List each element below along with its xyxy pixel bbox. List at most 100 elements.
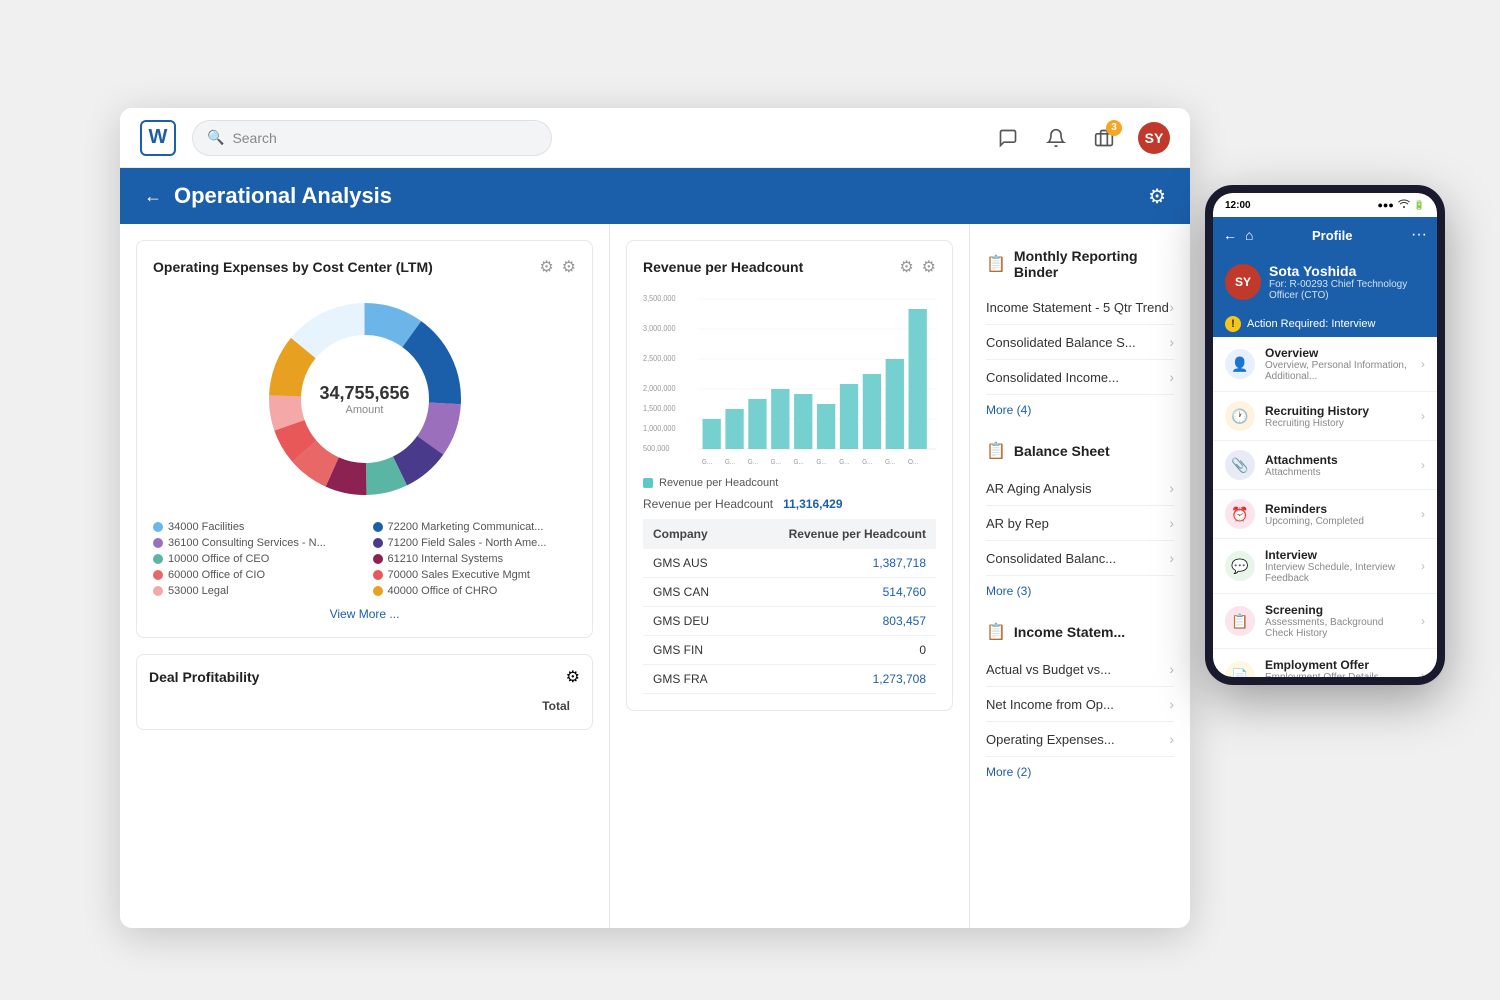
chevron-right-icon: ›	[1169, 299, 1174, 315]
more-link-income[interactable]: More (2)	[986, 757, 1174, 787]
workday-logo[interactable]: W	[140, 120, 176, 156]
profile-header: SY Sota Yoshida For: R-00293 Chief Techn…	[1213, 253, 1437, 311]
legend-dot	[373, 586, 383, 596]
menu-item-interview[interactable]: 💬 Interview Interview Schedule, Intervie…	[1213, 539, 1437, 594]
attachments-icon: 📎	[1225, 450, 1255, 480]
settings-card-icon[interactable]: ⚙	[562, 257, 576, 277]
binder-item[interactable]: Operating Expenses... ›	[986, 722, 1174, 757]
income-statement-title: Income Statem...	[1014, 624, 1125, 640]
phone-more-button[interactable]: ···	[1411, 226, 1427, 244]
view-more-link[interactable]: View More ...	[153, 607, 576, 621]
binder-item[interactable]: Net Income from Op... ›	[986, 687, 1174, 722]
menu-item-sub: Upcoming, Completed	[1265, 516, 1411, 527]
legend-item: 71200 Field Sales - North Ame...	[373, 537, 577, 549]
company-name: GMS DEU	[643, 607, 738, 636]
deal-prof-settings-icon[interactable]: ⚙	[566, 667, 580, 687]
binder-item[interactable]: Actual vs Budget vs... ›	[986, 652, 1174, 687]
binder-item[interactable]: AR Aging Analysis ›	[986, 471, 1174, 506]
monthly-binder-title: Monthly Reporting Binder	[1014, 248, 1174, 280]
menu-item-text: Screening Assessments, Background Check …	[1265, 603, 1411, 639]
menu-chevron-icon: ›	[1421, 357, 1425, 371]
legend-dot	[373, 538, 383, 548]
chevron-right-icon: ›	[1169, 369, 1174, 385]
wifi-icon	[1398, 199, 1410, 211]
svg-text:2,000,000: 2,000,000	[643, 384, 676, 393]
legend-item: 10000 Office of CEO	[153, 553, 357, 565]
more-link-balance[interactable]: More (3)	[986, 576, 1174, 606]
menu-chevron-icon: ›	[1421, 614, 1425, 628]
binder-item-label: Consolidated Income...	[986, 370, 1119, 385]
svg-text:1,000,000: 1,000,000	[643, 424, 676, 433]
menu-item-title: Employment Offer	[1265, 658, 1411, 672]
menu-chevron-icon: ›	[1421, 559, 1425, 573]
menu-item-reminders[interactable]: ⏰ Reminders Upcoming, Completed ›	[1213, 490, 1437, 539]
company-name: GMS AUS	[643, 549, 738, 578]
company-name: GMS FRA	[643, 665, 738, 694]
phone-nav-title: Profile	[1261, 228, 1403, 243]
legend-label: 36100 Consulting Services - N...	[168, 537, 326, 549]
signal-icon: ●●●	[1377, 200, 1393, 210]
menu-item-attachments[interactable]: 📎 Attachments Attachments ›	[1213, 441, 1437, 490]
card-action-icons: ⚙ ⚙	[539, 257, 576, 277]
phone-status-icons: ●●● 🔋	[1377, 199, 1425, 211]
binder-item[interactable]: Consolidated Balanc... ›	[986, 541, 1174, 576]
chevron-right-icon: ›	[1169, 480, 1174, 496]
svg-text:3,000,000: 3,000,000	[643, 324, 676, 333]
donut-chart: 34,755,656 Amount	[153, 289, 576, 509]
page-header: ← Operational Analysis ⚙	[120, 168, 1190, 224]
legend-dot	[373, 522, 383, 532]
filter-icon[interactable]: ⚙	[539, 257, 553, 277]
page-title: Operational Analysis	[174, 183, 392, 209]
phone-status-bar: 12:00 ●●● 🔋	[1213, 193, 1437, 217]
binder-item[interactable]: Income Statement - 5 Qtr Trend ›	[986, 290, 1174, 325]
binder-item[interactable]: Consolidated Balance S... ›	[986, 325, 1174, 360]
revenue-cell-zero: 0	[738, 636, 936, 665]
menu-item-text: Interview Interview Schedule, Interview …	[1265, 548, 1411, 584]
legend-label: 34000 Facilities	[168, 521, 244, 533]
balance-sheet-section: 📋 Balance Sheet AR Aging Analysis › AR b…	[986, 441, 1174, 606]
svg-text:G...: G...	[839, 459, 849, 466]
menu-item-screening[interactable]: 📋 Screening Assessments, Background Chec…	[1213, 594, 1437, 649]
chevron-right-icon: ›	[1169, 515, 1174, 531]
back-button[interactable]: ←	[144, 186, 162, 207]
screening-icon: 📋	[1225, 606, 1255, 636]
bell-icon[interactable]	[1042, 124, 1070, 152]
revenue-value: 11,316,429	[783, 497, 842, 511]
legend-dot	[373, 570, 383, 580]
chat-icon[interactable]	[994, 124, 1022, 152]
binder-item[interactable]: AR by Rep ›	[986, 506, 1174, 541]
legend-dot	[153, 554, 163, 564]
chart-legend: 34000 Facilities 72200 Marketing Communi…	[153, 521, 576, 597]
income-icon: 📋	[986, 622, 1006, 642]
menu-item-text: Reminders Upcoming, Completed	[1265, 502, 1411, 527]
revenue-card-header: Revenue per Headcount ⚙ ⚙	[643, 257, 936, 277]
svg-text:G...: G...	[725, 459, 735, 466]
chevron-right-icon: ›	[1169, 550, 1174, 566]
briefcase-icon[interactable]: 3	[1090, 124, 1118, 152]
chart-legend-label: Revenue per Headcount	[659, 477, 778, 489]
phone-home-button[interactable]: ⌂	[1245, 227, 1253, 243]
binder-item[interactable]: Consolidated Income... ›	[986, 360, 1174, 395]
menu-item-recruiting-history[interactable]: 🕐 Recruiting History Recruiting History …	[1213, 392, 1437, 441]
more-link-binder[interactable]: More (4)	[986, 395, 1174, 425]
user-avatar[interactable]: SY	[1138, 122, 1170, 154]
legend-label: 60000 Office of CIO	[168, 569, 265, 581]
table-row: GMS DEU 803,457	[643, 607, 936, 636]
battery-icon: 🔋	[1414, 200, 1425, 211]
col-revenue: Revenue per Headcount	[738, 519, 936, 549]
menu-item-sub: Overview, Personal Information, Addition…	[1265, 360, 1411, 382]
search-bar[interactable]: 🔍 Search	[192, 120, 552, 156]
settings-icon-2[interactable]: ⚙	[922, 257, 936, 277]
settings-icon[interactable]: ⚙	[1148, 184, 1166, 209]
revenue-label-text: Revenue per Headcount	[643, 497, 773, 511]
binder-item-label: AR by Rep	[986, 516, 1049, 531]
deal-profitability-card: Deal Profitability ⚙ Total	[136, 654, 593, 730]
menu-item-employment-offer[interactable]: 📄 Employment Offer Employment Offer Deta…	[1213, 649, 1437, 677]
filter-icon-2[interactable]: ⚙	[899, 257, 913, 277]
profile-title: For: R-00293 Chief Technology Officer (C…	[1269, 279, 1425, 301]
menu-item-overview[interactable]: 👤 Overview Overview, Personal Informatio…	[1213, 337, 1437, 392]
phone-back-button[interactable]: ←	[1223, 227, 1237, 243]
svg-text:3,500,000: 3,500,000	[643, 294, 676, 303]
action-required-bar[interactable]: ! Action Required: Interview	[1213, 311, 1437, 337]
monthly-binder-header: 📋 Monthly Reporting Binder	[986, 248, 1174, 280]
